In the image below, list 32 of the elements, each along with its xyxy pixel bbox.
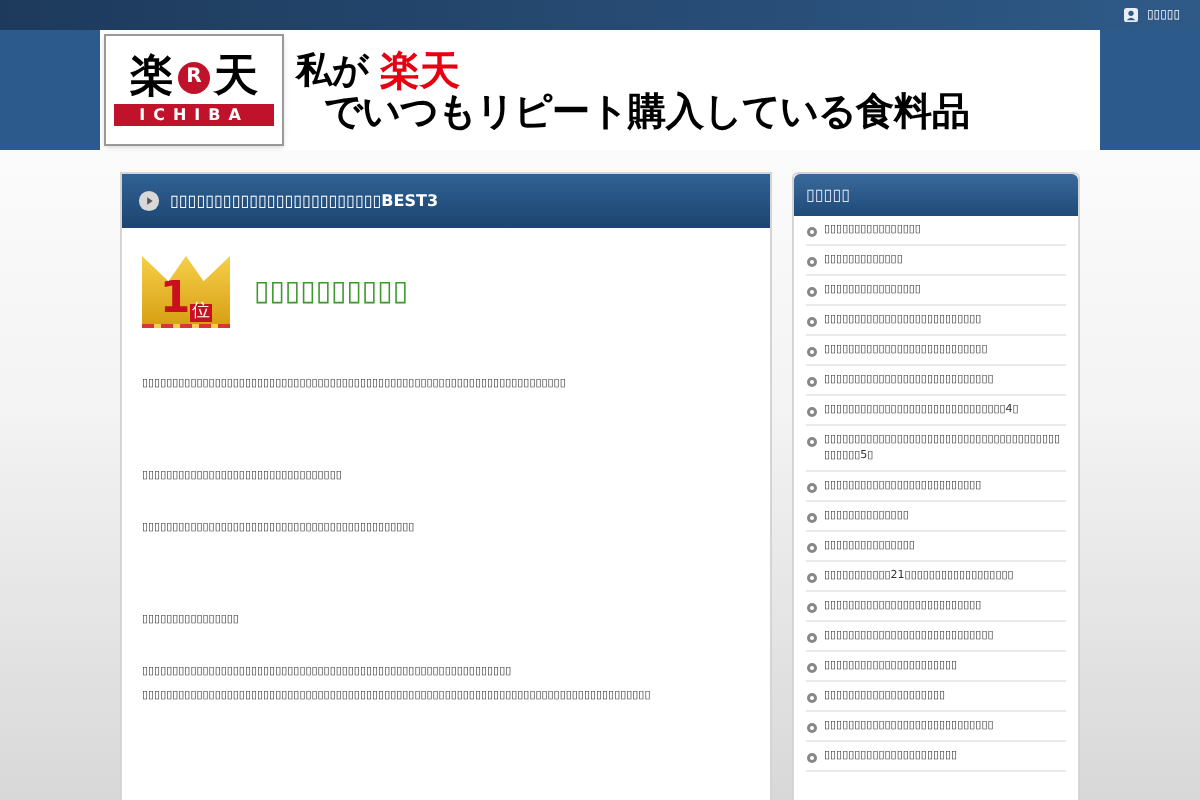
- item-title: ▯▯▯▯▯▯▯▯▯▯: [254, 278, 409, 306]
- rank-number: 1: [159, 278, 191, 322]
- bullet-icon: [806, 376, 818, 388]
- bullet-icon: [806, 752, 818, 764]
- bullet-icon: [806, 662, 818, 674]
- sidebar-title: ▯▯▯▯▯: [806, 183, 851, 207]
- bullet-icon: [806, 406, 818, 418]
- banner-brand: 楽天: [380, 49, 460, 89]
- bullet-icon: [806, 512, 818, 524]
- logo-text: 楽: [130, 55, 174, 99]
- logo-text: 天: [214, 55, 258, 99]
- user-icon: [1124, 8, 1139, 22]
- bullet-icon: [806, 542, 818, 554]
- bullet-icon: [806, 316, 818, 328]
- bullet-icon: [806, 632, 818, 644]
- bullet-icon: [806, 602, 818, 614]
- rank-suffix: 位: [190, 304, 213, 322]
- bullet-icon: [806, 692, 818, 704]
- bullet-icon: [806, 482, 818, 494]
- bullet-icon: [806, 346, 818, 358]
- play-icon: [138, 190, 160, 212]
- section-title: ▯▯▯▯▯▯▯▯▯▯▯▯▯▯▯▯▯▯▯▯▯▯▯▯BEST3: [170, 189, 439, 213]
- bullet-icon: [806, 286, 818, 298]
- bullet-icon: [806, 572, 818, 584]
- bullet-icon: [806, 436, 818, 448]
- logo-mark: R: [178, 61, 210, 93]
- banner-tagline: でいつもリピート購入している食料品: [324, 93, 970, 131]
- banner-tagline: 私が: [296, 53, 368, 89]
- bullet-icon: [806, 722, 818, 734]
- bullet-icon: [806, 256, 818, 268]
- logo-subtitle: ICHIBA: [114, 103, 274, 125]
- bullet-icon: [806, 226, 818, 238]
